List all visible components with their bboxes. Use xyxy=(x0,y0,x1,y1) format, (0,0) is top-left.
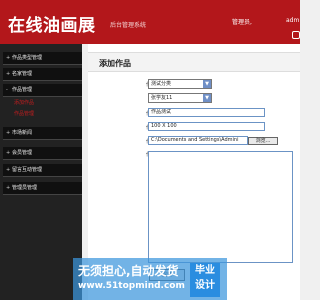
chevron-down-icon: ▼ xyxy=(203,94,211,102)
watermark-badge-line2: 设计 xyxy=(195,280,215,291)
sidebar-item-members[interactable]: 会员管理 xyxy=(3,147,82,160)
panel-title-bar: 添加作品 xyxy=(88,52,300,72)
admin-name: adm xyxy=(286,17,300,24)
header-bar: 在线油画展 后台管理系统 管理员, adm xyxy=(0,0,300,44)
author-select[interactable]: 张学友11 ▼ xyxy=(148,93,212,103)
artwork-size-input[interactable]: 100 X 100 xyxy=(148,122,265,131)
sidebar-item-market-news[interactable]: 市场新闻 xyxy=(3,127,82,140)
sidebar-item-artwork-types[interactable]: 作品类型管理 xyxy=(3,52,82,65)
artwork-name-input[interactable]: 作品测试 xyxy=(148,108,265,117)
sidebar-item-artists[interactable]: 名家管理 xyxy=(3,68,82,81)
sidebar-subitem-add-artwork[interactable]: 添加作品 xyxy=(14,99,34,108)
page-title: 添加作品 xyxy=(99,59,131,68)
sidebar-item-messages[interactable]: 留言互动管理 xyxy=(3,164,82,177)
welcome-text: 管理员, xyxy=(232,19,252,26)
sidebar-item-admins[interactable]: 管理员管理 xyxy=(3,182,82,195)
author-select-value: 张学友11 xyxy=(151,95,173,101)
watermark-badge-line1: 毕业 xyxy=(195,265,215,276)
sidebar: 作品类型管理 名家管理 作品管理 添加作品 作品管理 市场新闻 会员管理 留言互… xyxy=(0,44,82,300)
sidebar-item-artworks[interactable]: 作品管理 xyxy=(3,84,82,97)
type-select[interactable]: 测试分类 ▼ xyxy=(148,79,212,89)
watermark-url: www.51topmind.com xyxy=(78,281,185,291)
watermark-badge: 毕业 设计 xyxy=(190,263,220,297)
browse-button[interactable]: 浏览... xyxy=(248,137,278,145)
description-textarea[interactable] xyxy=(148,151,293,263)
site-title: 在线油画展 xyxy=(8,16,96,36)
image-file-input[interactable]: C:\Documents and Settings\Admini xyxy=(148,136,248,145)
chevron-down-icon: ▼ xyxy=(203,80,211,88)
logout-icon[interactable] xyxy=(292,31,300,39)
type-select-value: 测试分类 xyxy=(151,81,172,87)
system-name: 后台管理系统 xyxy=(110,22,147,29)
sidebar-subitem-manage-artwork[interactable]: 作品管理 xyxy=(14,110,34,119)
watermark-text: 无须担心,自动发货 xyxy=(78,264,179,278)
